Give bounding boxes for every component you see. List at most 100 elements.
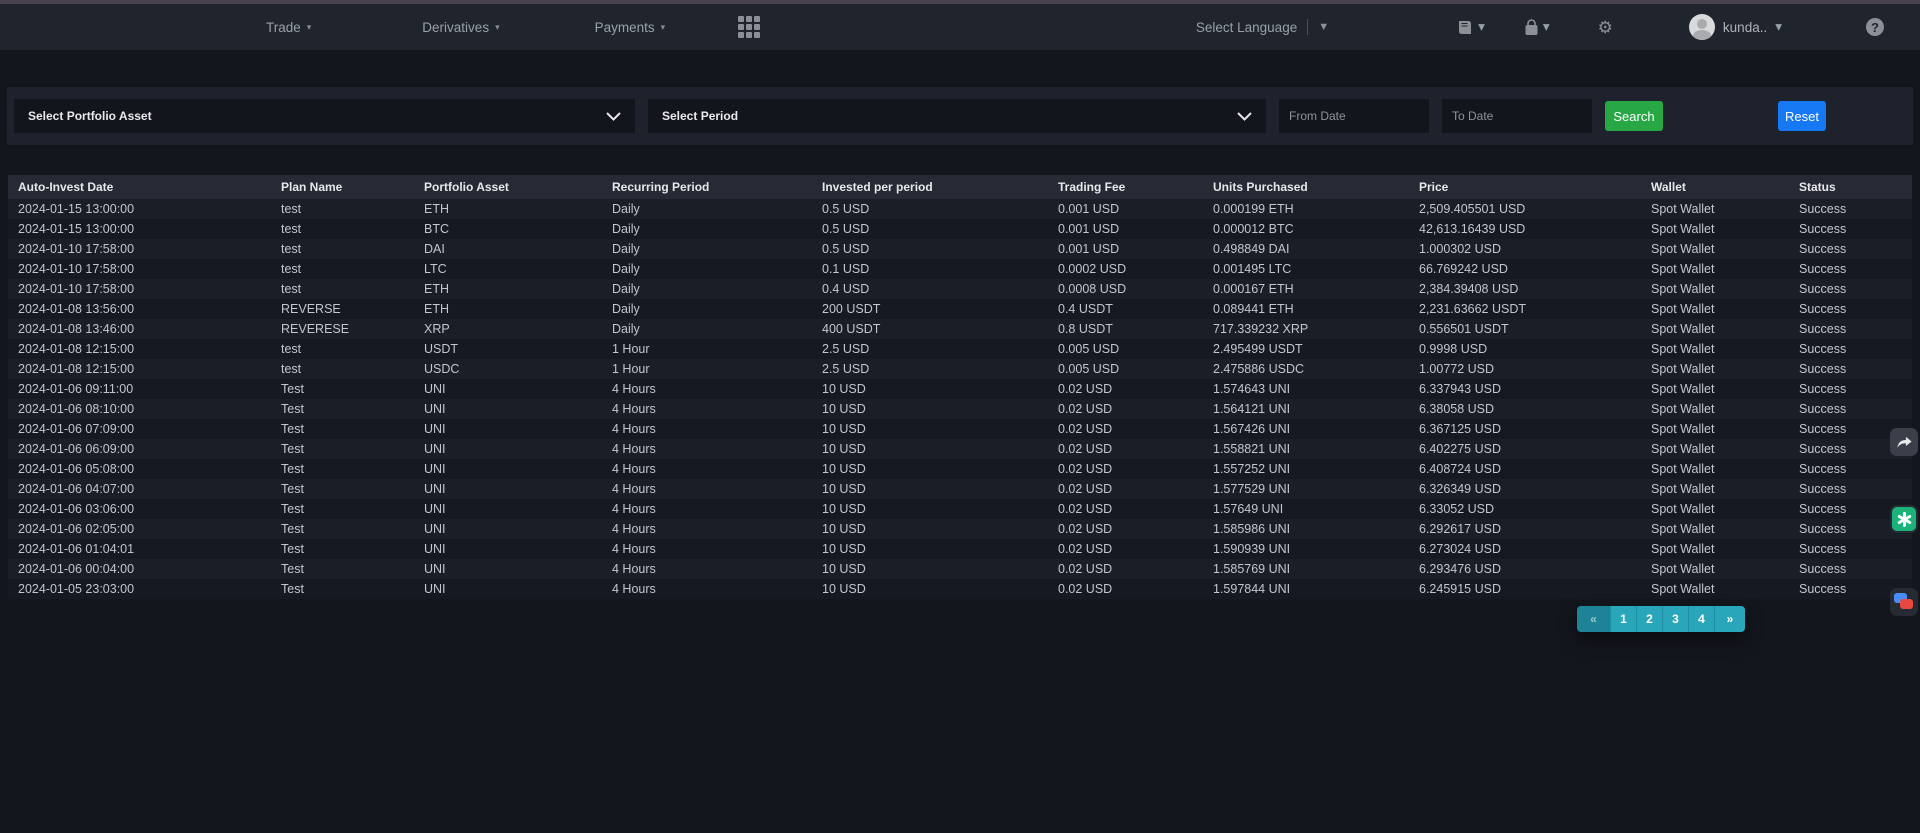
table-cell: 10 USD [812,539,1048,559]
table-cell: XRP [414,319,602,339]
to-date-input[interactable] [1442,99,1592,133]
table-cell: 0.9998 USD [1409,339,1641,359]
table-cell: ETH [414,199,602,219]
search-button[interactable]: Search [1605,101,1663,131]
table-cell: 0.4 USD [812,279,1048,299]
table-cell: Success [1789,239,1912,259]
table-cell: UNI [414,399,602,419]
orders-book-menu[interactable]: ▾ [1457,19,1485,35]
nav-menu-trade-label: Trade [266,20,301,35]
table-cell: 2024-01-15 13:00:00 [8,219,271,239]
table-cell: 0.001495 LTC [1203,259,1409,279]
table-cell: test [271,259,414,279]
table-cell: 2,509.405501 USD [1409,199,1641,219]
language-selector[interactable]: Select Language ▼ [1196,19,1329,35]
table-cell: 0.000012 BTC [1203,219,1409,239]
table-cell: Spot Wallet [1641,399,1789,419]
table-cell: test [271,199,414,219]
table-cell: 0.000167 ETH [1203,279,1409,299]
apps-grid-icon[interactable] [738,16,760,38]
pagination-page-1[interactable]: 1 [1611,606,1637,632]
share-arrow-icon [1896,435,1913,450]
table-cell: 1.000302 USD [1409,239,1641,259]
table-cell: 4 Hours [602,399,812,419]
table-cell: Daily [602,279,812,299]
pagination-next-button[interactable]: » [1715,606,1745,632]
from-date-input[interactable] [1279,99,1429,133]
chevron-down-icon: ▾ [1775,19,1782,35]
help-icon[interactable]: ? [1866,18,1884,36]
table-cell: Success [1789,359,1912,379]
table-cell: 1.574643 UNI [1203,379,1409,399]
table-cell: Success [1789,259,1912,279]
language-dropdown-icon: ▼ [1318,21,1329,33]
table-cell: Spot Wallet [1641,419,1789,439]
share-shortcut-button[interactable] [1890,428,1918,456]
table-cell: 1.577529 UNI [1203,479,1409,499]
table-cell: 2.5 USD [812,339,1048,359]
table-cell: 0.8 USDT [1048,319,1203,339]
table-row: 2024-01-06 03:06:00TestUNI4 Hours10 USD0… [8,499,1912,519]
table-cell: 4 Hours [602,539,812,559]
table-cell: Spot Wallet [1641,579,1789,599]
table-cell: test [271,359,414,379]
portfolio-asset-select-placeholder: Select Portfolio Asset [28,109,152,123]
pagination-prev-button[interactable]: « [1577,606,1611,632]
table-cell: Success [1789,219,1912,239]
table-cell: 4 Hours [602,439,812,459]
period-select-placeholder: Select Period [662,109,738,123]
table-cell: UNI [414,459,602,479]
col-portfolio-asset: Portfolio Asset [414,175,602,199]
table-cell: 10 USD [812,479,1048,499]
table-cell: 4 Hours [602,519,812,539]
table-cell: Spot Wallet [1641,219,1789,239]
table-cell: 10 USD [812,499,1048,519]
col-invested-per-period: Invested per period [812,175,1048,199]
table-cell: Success [1789,279,1912,299]
table-cell: 10 USD [812,459,1048,479]
pagination-page-4[interactable]: 4 [1689,606,1715,632]
table-cell: 2024-01-15 13:00:00 [8,199,271,219]
table-cell: 0.02 USD [1048,479,1203,499]
wallet-bag-menu[interactable]: ▾ [1524,19,1550,36]
chat-bubbles-extension-button[interactable] [1890,588,1918,616]
table-cell: 10 USD [812,559,1048,579]
period-select[interactable]: Select Period [648,99,1266,133]
reset-button[interactable]: Reset [1778,101,1826,131]
col-plan-name: Plan Name [271,175,414,199]
table-cell: 2024-01-10 17:58:00 [8,259,271,279]
username: kunda.. [1723,20,1767,35]
table-cell: Spot Wallet [1641,439,1789,459]
table-cell: BTC [414,219,602,239]
nav-menu-payments[interactable]: Payments ▾ [595,20,666,35]
table-cell: Spot Wallet [1641,199,1789,219]
table-cell: Spot Wallet [1641,479,1789,499]
table-cell: 0.02 USD [1048,539,1203,559]
table-cell: LTC [414,259,602,279]
table-cell: UNI [414,519,602,539]
portfolio-asset-select[interactable]: Select Portfolio Asset [14,99,635,133]
table-cell: 0.0002 USD [1048,259,1203,279]
table-cell: 2024-01-06 03:06:00 [8,499,271,519]
pagination-page-2[interactable]: 2 [1637,606,1663,632]
user-menu[interactable]: kunda.. ▾ [1689,14,1782,40]
col-units-purchased: Units Purchased [1203,175,1409,199]
table-cell: Spot Wallet [1641,319,1789,339]
chevron-down-icon: ▾ [661,22,666,33]
nav-menu-derivatives[interactable]: Derivatives ▾ [422,20,499,35]
table-cell: 4 Hours [602,579,812,599]
table-cell: 10 USD [812,399,1048,419]
settings-gear-icon[interactable]: ⚙ [1598,19,1613,36]
table-row: 2024-01-15 13:00:00testBTCDaily0.5 USD0.… [8,219,1912,239]
table-cell: UNI [414,499,602,519]
table-cell: Success [1789,399,1912,419]
pagination-page-3[interactable]: 3 [1663,606,1689,632]
table-cell: Test [271,439,414,459]
nav-menu-trade[interactable]: Trade ▾ [266,20,311,35]
table-row: 2024-01-15 13:00:00testETHDaily0.5 USD0.… [8,199,1912,219]
chatgpt-extension-button[interactable] [1890,505,1918,533]
chevron-down-icon: ▾ [1478,19,1485,35]
table-cell: 0.02 USD [1048,579,1203,599]
table-cell: 0.001 USD [1048,239,1203,259]
table-cell: 2024-01-05 23:03:00 [8,579,271,599]
